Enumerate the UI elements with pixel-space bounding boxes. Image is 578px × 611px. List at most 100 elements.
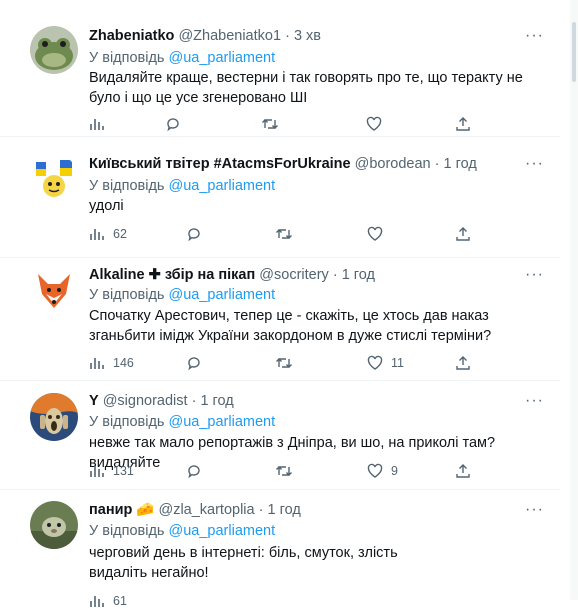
more-options-button[interactable]: ···: [525, 391, 544, 411]
tweet-actions: [89, 114, 489, 134]
reply-to-link[interactable]: @ua_parliament: [169, 287, 276, 303]
views-button[interactable]: 61: [89, 591, 127, 611]
share-button[interactable]: [455, 114, 471, 134]
retweet-button[interactable]: [275, 224, 301, 244]
share-icon: [456, 356, 470, 370]
scrollbar-track[interactable]: [570, 0, 578, 600]
reply-prefix: У відповідь: [89, 50, 165, 66]
views-icon: [90, 596, 104, 607]
author-name[interactable]: панир 🧀: [89, 502, 154, 518]
author-handle[interactable]: @socritery: [259, 267, 329, 283]
share-button[interactable]: [455, 353, 471, 373]
tweet-text: Видаляйте краще, вестерни і так говорять…: [89, 70, 523, 106]
fox-avatar[interactable]: [30, 266, 78, 314]
like-button[interactable]: [366, 114, 390, 134]
tweet-text: черговий день в інтернеті: біль, смуток,…: [89, 545, 398, 581]
retweet-button[interactable]: [275, 461, 301, 481]
share-icon: [456, 227, 470, 241]
tweet[interactable]: Y @signoradist · 1 год ··· У відповідь @…: [0, 382, 560, 490]
tweet-header: панир 🧀 @zla_kartoplia · 1 год: [89, 500, 301, 520]
tweet-text: Спочатку Арестович, тепер це - скажіть, …: [89, 308, 492, 344]
separator: ·: [285, 28, 290, 44]
tweet[interactable]: панир 🧀 @zla_kartoplia · 1 год ··· У від…: [0, 491, 560, 608]
reply-to-link[interactable]: @ua_parliament: [169, 414, 276, 430]
timestamp[interactable]: 3 хв: [294, 28, 321, 44]
views-count: 61: [113, 594, 127, 608]
author-name[interactable]: Y: [89, 393, 99, 409]
views-button[interactable]: [89, 114, 113, 134]
more-options-button[interactable]: ···: [525, 154, 544, 174]
timestamp[interactable]: 1 год: [342, 267, 375, 283]
animal-photo-avatar[interactable]: [30, 501, 78, 549]
retweet-icon: [276, 358, 292, 368]
more-options-button[interactable]: ···: [525, 26, 544, 46]
retweet-icon: [276, 229, 292, 239]
heart-icon: [367, 226, 383, 241]
tweet[interactable]: Alkaline ✚ збір на пікап @socritery · 1 …: [0, 259, 560, 381]
views-icon: [90, 358, 104, 369]
timestamp[interactable]: 1 год: [268, 502, 301, 518]
reply-icon: [167, 118, 179, 132]
views-button[interactable]: 62: [89, 224, 127, 244]
views-button[interactable]: 131: [89, 461, 134, 481]
separator: ·: [434, 156, 440, 172]
views-icon: [90, 229, 104, 240]
author-name[interactable]: Київський твітер #AtacmsForUkraine: [89, 156, 351, 172]
reply-button[interactable]: [165, 114, 189, 134]
author-name[interactable]: Zhabeniatko: [89, 28, 174, 44]
scrollbar-thumb[interactable]: [572, 22, 576, 82]
tweet-actions: 131 9: [89, 461, 489, 481]
reply-context: У відповідь @ua_parliament: [89, 48, 275, 68]
reply-button[interactable]: [186, 224, 210, 244]
tweet-actions: 62: [89, 224, 489, 244]
heart-icon: [367, 355, 383, 370]
views-icon: [90, 119, 104, 130]
frog-avatar[interactable]: [30, 26, 78, 74]
tweet[interactable]: Київський твітер #AtacmsForUkraine @boro…: [0, 138, 560, 258]
cartoon-flag-avatar[interactable]: [30, 154, 78, 202]
author-handle[interactable]: @borodean: [355, 156, 431, 172]
more-options-button[interactable]: ···: [525, 500, 544, 520]
reply-context: У відповідь @ua_parliament: [89, 285, 275, 305]
author-handle[interactable]: @Zhabeniatko1: [178, 28, 281, 44]
retweet-button[interactable]: [261, 114, 287, 134]
reply-to-link[interactable]: @ua_parliament: [169, 178, 276, 194]
share-icon: [456, 464, 470, 478]
reply-button[interactable]: [186, 461, 210, 481]
tweet-actions: 61: [89, 591, 489, 611]
share-icon: [456, 117, 470, 131]
more-options-button[interactable]: ···: [525, 265, 544, 285]
tweet-header: Alkaline ✚ збір на пікап @socritery · 1 …: [89, 265, 375, 285]
author-handle[interactable]: @zla_kartoplia: [158, 502, 254, 518]
like-count: 9: [391, 464, 398, 478]
tweet-text: удолі: [89, 198, 124, 214]
heart-icon: [367, 463, 383, 478]
reply-prefix: У відповідь: [89, 523, 165, 539]
views-icon: [90, 466, 104, 477]
separator: ·: [332, 267, 338, 283]
like-button[interactable]: 9: [367, 461, 398, 481]
share-button[interactable]: [455, 224, 471, 244]
views-count: 131: [113, 464, 134, 478]
reply-icon: [188, 465, 200, 479]
author-handle[interactable]: @signoradist: [103, 393, 188, 409]
tweet[interactable]: Zhabeniatko @Zhabeniatko1 · 3 хв ··· У в…: [0, 12, 560, 137]
reply-icon: [188, 357, 200, 371]
reply-context: У відповідь @ua_parliament: [89, 521, 275, 541]
author-name[interactable]: Alkaline ✚ збір на пікап: [89, 267, 255, 283]
reply-to-link[interactable]: @ua_parliament: [169, 523, 276, 539]
like-button[interactable]: 11: [367, 353, 404, 373]
scream-painting-avatar[interactable]: [30, 393, 78, 441]
reply-prefix: У відповідь: [89, 178, 165, 194]
reply-to-link[interactable]: @ua_parliament: [169, 50, 276, 66]
views-button[interactable]: 146: [89, 353, 134, 373]
reply-icon: [188, 228, 200, 242]
retweet-button[interactable]: [275, 353, 301, 373]
share-button[interactable]: [455, 461, 471, 481]
separator: ·: [258, 502, 264, 518]
like-button[interactable]: [367, 224, 391, 244]
reply-button[interactable]: [186, 353, 210, 373]
timestamp[interactable]: 1 год: [444, 156, 477, 172]
views-count: 62: [113, 227, 127, 241]
timestamp[interactable]: 1 год: [200, 393, 233, 409]
